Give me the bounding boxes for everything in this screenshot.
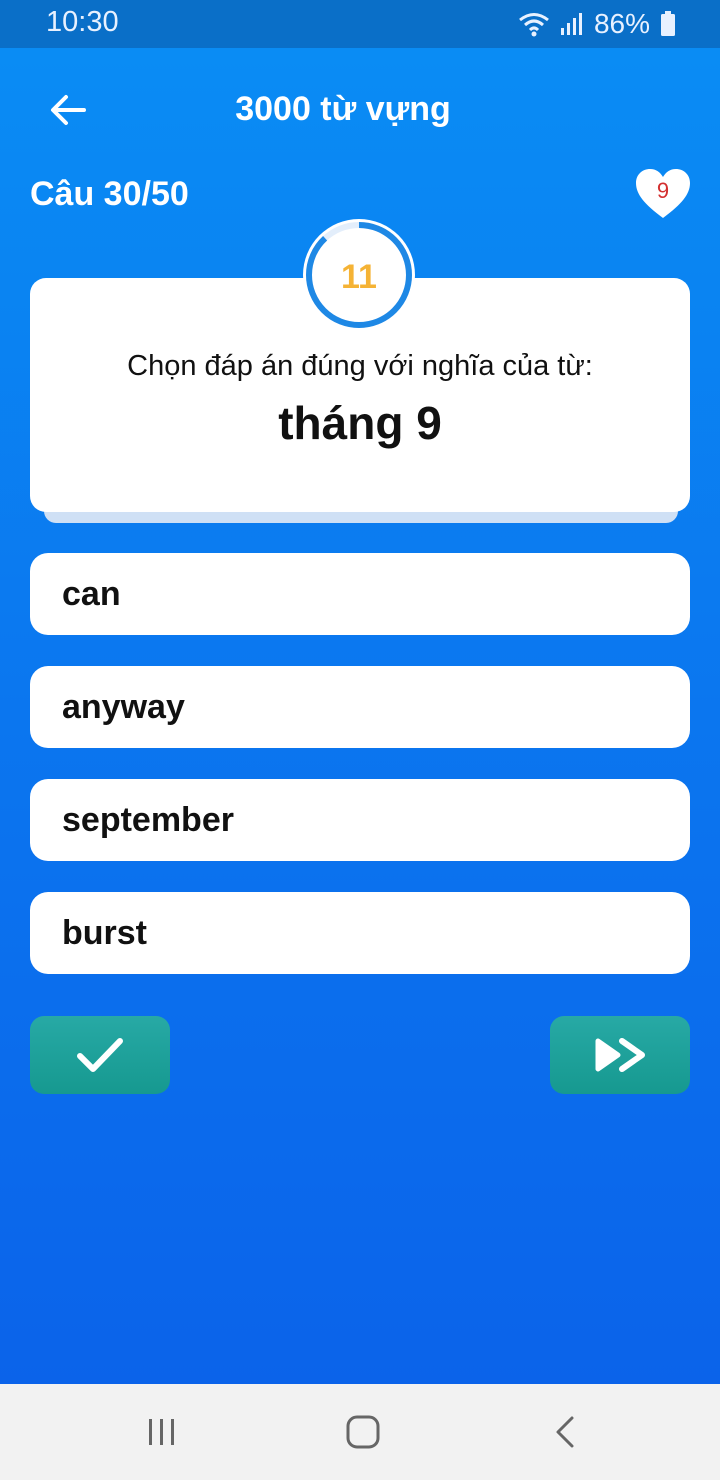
countdown-timer: 11 xyxy=(302,218,416,332)
answer-label: burst xyxy=(62,914,147,952)
recent-apps-button[interactable] xyxy=(132,1412,192,1452)
lives-count: 9 xyxy=(656,178,670,203)
answer-label: can xyxy=(62,575,121,613)
back-nav-button[interactable] xyxy=(534,1412,594,1452)
status-icons: 86% xyxy=(518,7,676,41)
home-icon xyxy=(346,1415,380,1449)
status-time: 10:30 xyxy=(46,6,119,38)
answer-label: september xyxy=(62,801,234,839)
answer-option-1[interactable]: can xyxy=(30,553,690,635)
quiz-screen: 3000 từ vựng Câu 30/50 9 Chọn đáp án đún… xyxy=(0,48,720,1384)
page-title: 3000 từ vựng xyxy=(235,90,451,128)
back-nav-icon xyxy=(556,1416,574,1448)
status-bar: 10:30 86% xyxy=(0,0,720,48)
lives-badge: 9 xyxy=(634,168,692,220)
skip-button[interactable] xyxy=(550,1016,690,1094)
question-counter: Câu 30/50 xyxy=(30,175,189,213)
timer-value: 11 xyxy=(341,258,377,296)
check-answer-button[interactable] xyxy=(30,1016,170,1094)
system-nav-bar xyxy=(0,1384,720,1480)
recent-apps-icon xyxy=(149,1419,174,1445)
fast-forward-icon xyxy=(595,1038,645,1072)
signal-icon xyxy=(560,12,584,36)
answer-option-2[interactable]: anyway xyxy=(30,666,690,748)
answer-option-3[interactable]: september xyxy=(30,779,690,861)
home-button[interactable] xyxy=(333,1412,393,1452)
question-prompt: Chọn đáp án đúng với nghĩa của từ: xyxy=(127,350,593,382)
answer-label: anyway xyxy=(62,688,185,726)
wifi-icon xyxy=(518,11,550,37)
answer-option-4[interactable]: burst xyxy=(30,892,690,974)
battery-percent: 86% xyxy=(593,8,650,39)
battery-icon xyxy=(660,11,676,37)
question-word: tháng 9 xyxy=(278,397,442,449)
checkmark-icon xyxy=(77,1038,123,1072)
